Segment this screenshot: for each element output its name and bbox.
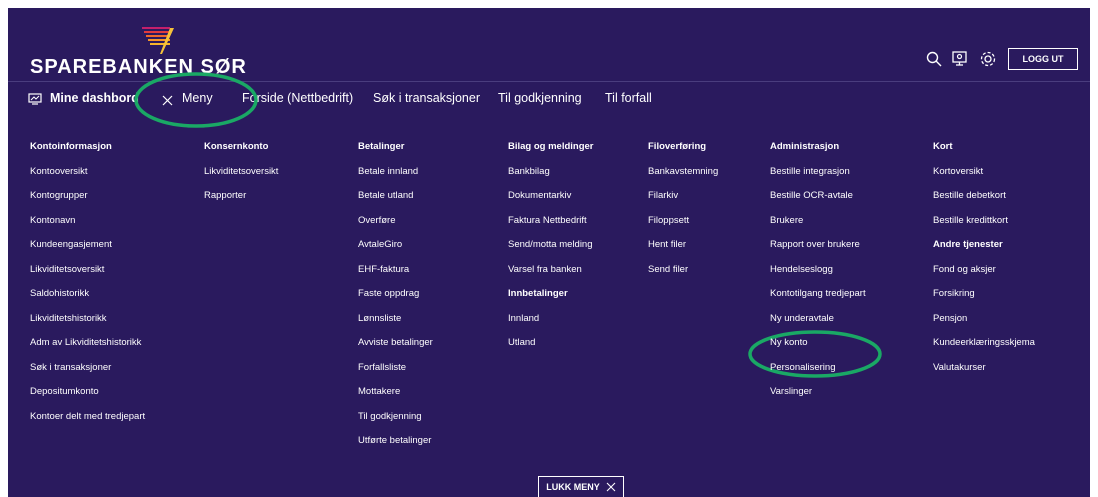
menu-link[interactable]: Kontonavn <box>30 215 180 240</box>
menu-link[interactable]: Lønnsliste <box>358 313 508 338</box>
menu-section-heading: Kort <box>933 141 953 152</box>
brand-name: SPAREBANKEN SØR <box>30 56 247 78</box>
menu-link[interactable]: Valutakurser <box>933 362 1083 387</box>
menu-section-heading: Bilag og meldinger <box>508 141 594 152</box>
menu-section-heading: Andre tjenester <box>933 239 1003 250</box>
menu-link[interactable]: Kortoversikt <box>933 166 1083 191</box>
menu-link[interactable]: Utland <box>508 337 658 362</box>
menu-link[interactable]: Forfallsliste <box>358 362 508 387</box>
close-menu-button[interactable]: LUKK MENY <box>538 476 624 497</box>
menu-section-heading: Innbetalinger <box>508 288 568 299</box>
menu-link[interactable]: Brukere <box>770 215 920 240</box>
menu-link[interactable]: Kontoer delt med tredjepart <box>30 411 180 436</box>
menu-link[interactable]: Kontotilgang tredjepart <box>770 288 920 313</box>
menu-link[interactable]: Betale utland <box>358 190 508 215</box>
menu-column: Administrasjon Bestille integrasjon Bestil… <box>770 141 920 411</box>
menu-link[interactable]: Ny underavtale <box>770 313 920 338</box>
menu-link[interactable]: Bestille integrasjon <box>770 166 920 191</box>
logout-button[interactable]: LOGG UT <box>1008 48 1078 70</box>
menu-link[interactable]: Faste oppdrag <box>358 288 508 313</box>
menu-link[interactable]: Kontooversikt <box>30 166 180 191</box>
settings-icon[interactable] <box>979 50 997 68</box>
menu-link[interactable]: Likviditetsoversikt <box>30 264 180 289</box>
menu-link[interactable]: Kontogrupper <box>30 190 180 215</box>
nav-item-forside[interactable]: Forside (Nettbedrift) <box>242 91 353 105</box>
menu-link[interactable]: Bestille OCR-avtale <box>770 190 920 215</box>
menu-link[interactable]: Overføre <box>358 215 508 240</box>
menu-link[interactable]: Søk i transaksjoner <box>30 362 180 387</box>
nav-my-dashboards[interactable]: Mine dashbord <box>50 91 139 105</box>
menu-link[interactable]: Bankbilag <box>508 166 658 191</box>
logo-mark-icon <box>142 27 174 54</box>
menu-link[interactable]: Mottakere <box>358 386 508 411</box>
app-frame: SPAREBANKEN SØR LOGG UT Mine dashbord Me… <box>8 8 1090 497</box>
close-icon <box>606 482 616 492</box>
menu-link[interactable]: Likviditetsoversikt <box>204 166 354 191</box>
menu-link[interactable]: Pensjon <box>933 313 1083 338</box>
menu-section-heading: Konsernkonto <box>204 141 269 152</box>
menu-section-heading: Betalinger <box>358 141 405 152</box>
nav-menu-toggle[interactable]: Meny <box>182 91 213 105</box>
menu-link[interactable]: AvtaleGiro <box>358 239 508 264</box>
menu-link[interactable]: EHF-faktura <box>358 264 508 289</box>
close-menu-label: LUKK MENY <box>546 482 600 492</box>
menu-link[interactable]: Varslinger <box>770 386 920 411</box>
menu-link[interactable]: Faktura Nettbedrift <box>508 215 658 240</box>
menu-link[interactable]: Likviditetshistorikk <box>30 313 180 338</box>
menu-link[interactable]: Kundeengasjement <box>30 239 180 264</box>
close-icon[interactable] <box>162 95 173 106</box>
menu-link[interactable]: Ny konto <box>770 337 920 362</box>
menu-link[interactable]: Send/motta melding <box>508 239 658 264</box>
menu-section-heading: Administrasjon <box>770 141 840 152</box>
menu-link[interactable]: Utførte betalinger <box>358 435 508 460</box>
menu-link[interactable]: Kundeerklæringsskjema <box>933 337 1083 362</box>
header-divider <box>8 81 1090 82</box>
support-icon[interactable] <box>951 50 969 68</box>
menu-link[interactable]: Depositumkonto <box>30 386 180 411</box>
menu-link[interactable]: Personalisering <box>770 362 920 387</box>
menu-link[interactable]: Fond og aksjer <box>933 264 1083 289</box>
nav-item-search-transactions[interactable]: Søk i transaksjoner <box>373 91 480 105</box>
menu-link[interactable]: Saldohistorikk <box>30 288 180 313</box>
menu-link[interactable]: Adm av Likviditetshistorikk <box>30 337 180 362</box>
search-icon[interactable] <box>925 50 943 68</box>
menu-link[interactable]: Bestille kredittkort <box>933 215 1083 240</box>
menu-link[interactable]: Avviste betalinger <box>358 337 508 362</box>
menu-link[interactable]: Hendelseslogg <box>770 264 920 289</box>
main-nav: Mine dashbord Meny Forside (Nettbedrift)… <box>8 85 1090 113</box>
menu-link[interactable]: Innland <box>508 313 658 338</box>
menu-column: Betalinger Betale innland Betale utland Ove… <box>358 141 508 460</box>
menu-column: Bilag og meldinger Bankbilag Dokumentarkiv… <box>508 141 658 362</box>
nav-item-approval[interactable]: Til godkjenning <box>498 91 582 105</box>
menu-link[interactable]: Forsikring <box>933 288 1083 313</box>
menu-column: Konsernkonto Likviditetsoversikt Rapporter <box>204 141 354 215</box>
menu-link[interactable]: Rapport over brukere <box>770 239 920 264</box>
menu-column: Kontoinformasjon Kontooversikt Kontogruppe… <box>30 141 180 435</box>
nav-item-due[interactable]: Til forfall <box>605 91 652 105</box>
menu-link[interactable]: Bestille debetkort <box>933 190 1083 215</box>
menu-column: Kort Kortoversikt Bestille debetkort Bestil… <box>933 141 1083 386</box>
dashboard-icon <box>28 93 42 105</box>
menu-link[interactable]: Dokumentarkiv <box>508 190 658 215</box>
menu-link[interactable]: Betale innland <box>358 166 508 191</box>
menu-link[interactable]: Rapporter <box>204 190 354 215</box>
menu-section-heading: Kontoinformasjon <box>30 141 112 152</box>
menu-link[interactable]: Til godkjenning <box>358 411 508 436</box>
menu-link[interactable]: Varsel fra banken <box>508 264 658 289</box>
